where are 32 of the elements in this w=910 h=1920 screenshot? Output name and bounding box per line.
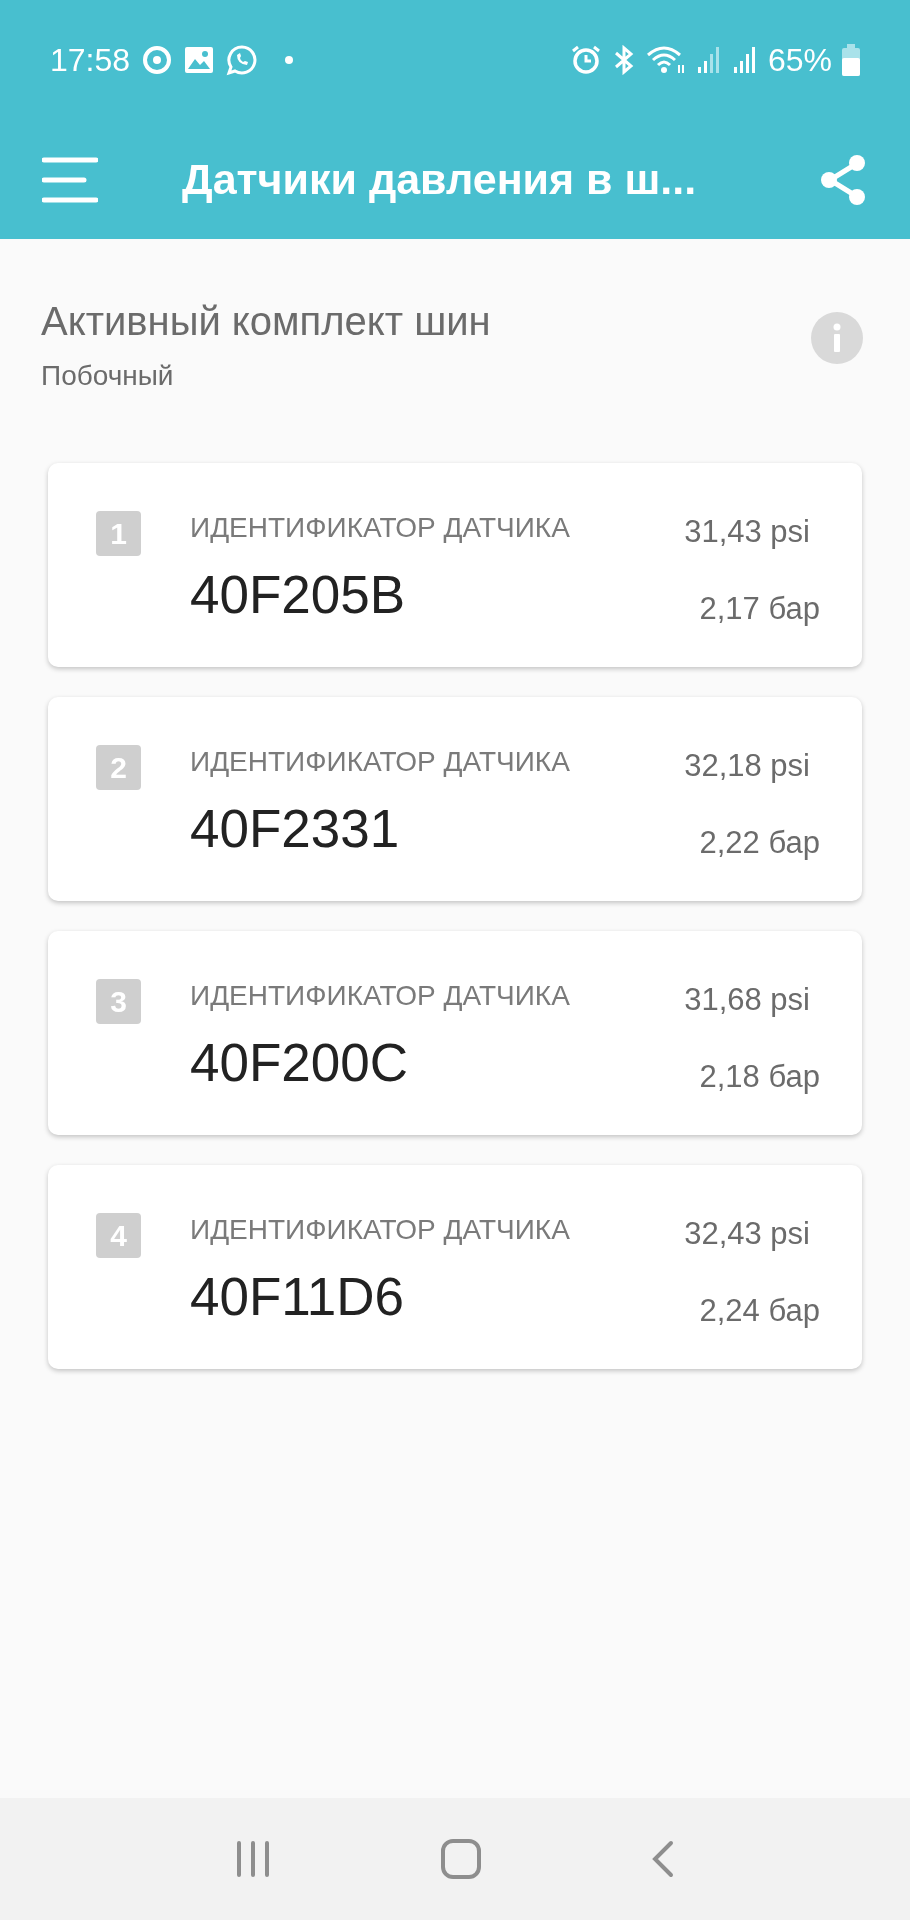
menu-icon[interactable] bbox=[42, 155, 98, 204]
section-subtitle: Побочный bbox=[41, 359, 175, 393]
sensor-id: 40F2331 bbox=[190, 798, 401, 860]
pressure-bar-reading: 2,24 бар bbox=[699, 1291, 820, 1330]
sensor-id: 40F205B bbox=[190, 564, 407, 626]
pressure-bar-reading: 2,22 бар bbox=[699, 823, 820, 862]
pressure-psi-reading: 32,43 psi bbox=[684, 1215, 810, 1253]
pressure-psi-reading: 32,18 psi bbox=[684, 747, 810, 785]
sensor-id-label: ИДЕНТИФИКАТОР ДАТЧИКА bbox=[190, 745, 570, 779]
battery-icon bbox=[842, 44, 860, 76]
pressure-psi-reading: 31,43 psi bbox=[684, 513, 810, 551]
wifi-icon bbox=[645, 45, 686, 75]
image-icon bbox=[184, 46, 215, 74]
section-title: Активный комплект шин bbox=[41, 298, 491, 345]
pressure-bar-reading: 2,18 бар bbox=[699, 1057, 820, 1096]
signal-icon bbox=[731, 45, 758, 75]
sensor-id: 40F200C bbox=[190, 1032, 410, 1094]
pressure-bar-reading: 2,17 бар bbox=[699, 589, 820, 628]
alarm-icon bbox=[569, 44, 602, 76]
status-time: 17:58 bbox=[50, 41, 131, 80]
sensor-id-label: ИДЕНТИФИКАТОР ДАТЧИКА bbox=[190, 1213, 570, 1247]
app-title: Датчики давления в ш... bbox=[182, 154, 697, 206]
share-icon[interactable] bbox=[818, 153, 868, 206]
sensor-id: 40F11D6 bbox=[190, 1266, 406, 1328]
sensor-id-label: ИДЕНТИФИКАТОР ДАТЧИКА bbox=[190, 979, 570, 1013]
home-icon[interactable] bbox=[440, 1838, 482, 1880]
pressure-psi-reading: 31,68 psi bbox=[684, 981, 810, 1019]
dot-icon bbox=[284, 55, 295, 65]
battery-percent: 65% bbox=[767, 41, 832, 80]
sensor-id-label: ИДЕНТИФИКАТОР ДАТЧИКА bbox=[190, 511, 570, 545]
signal-icon bbox=[695, 45, 722, 75]
chat-icon bbox=[226, 44, 259, 76]
